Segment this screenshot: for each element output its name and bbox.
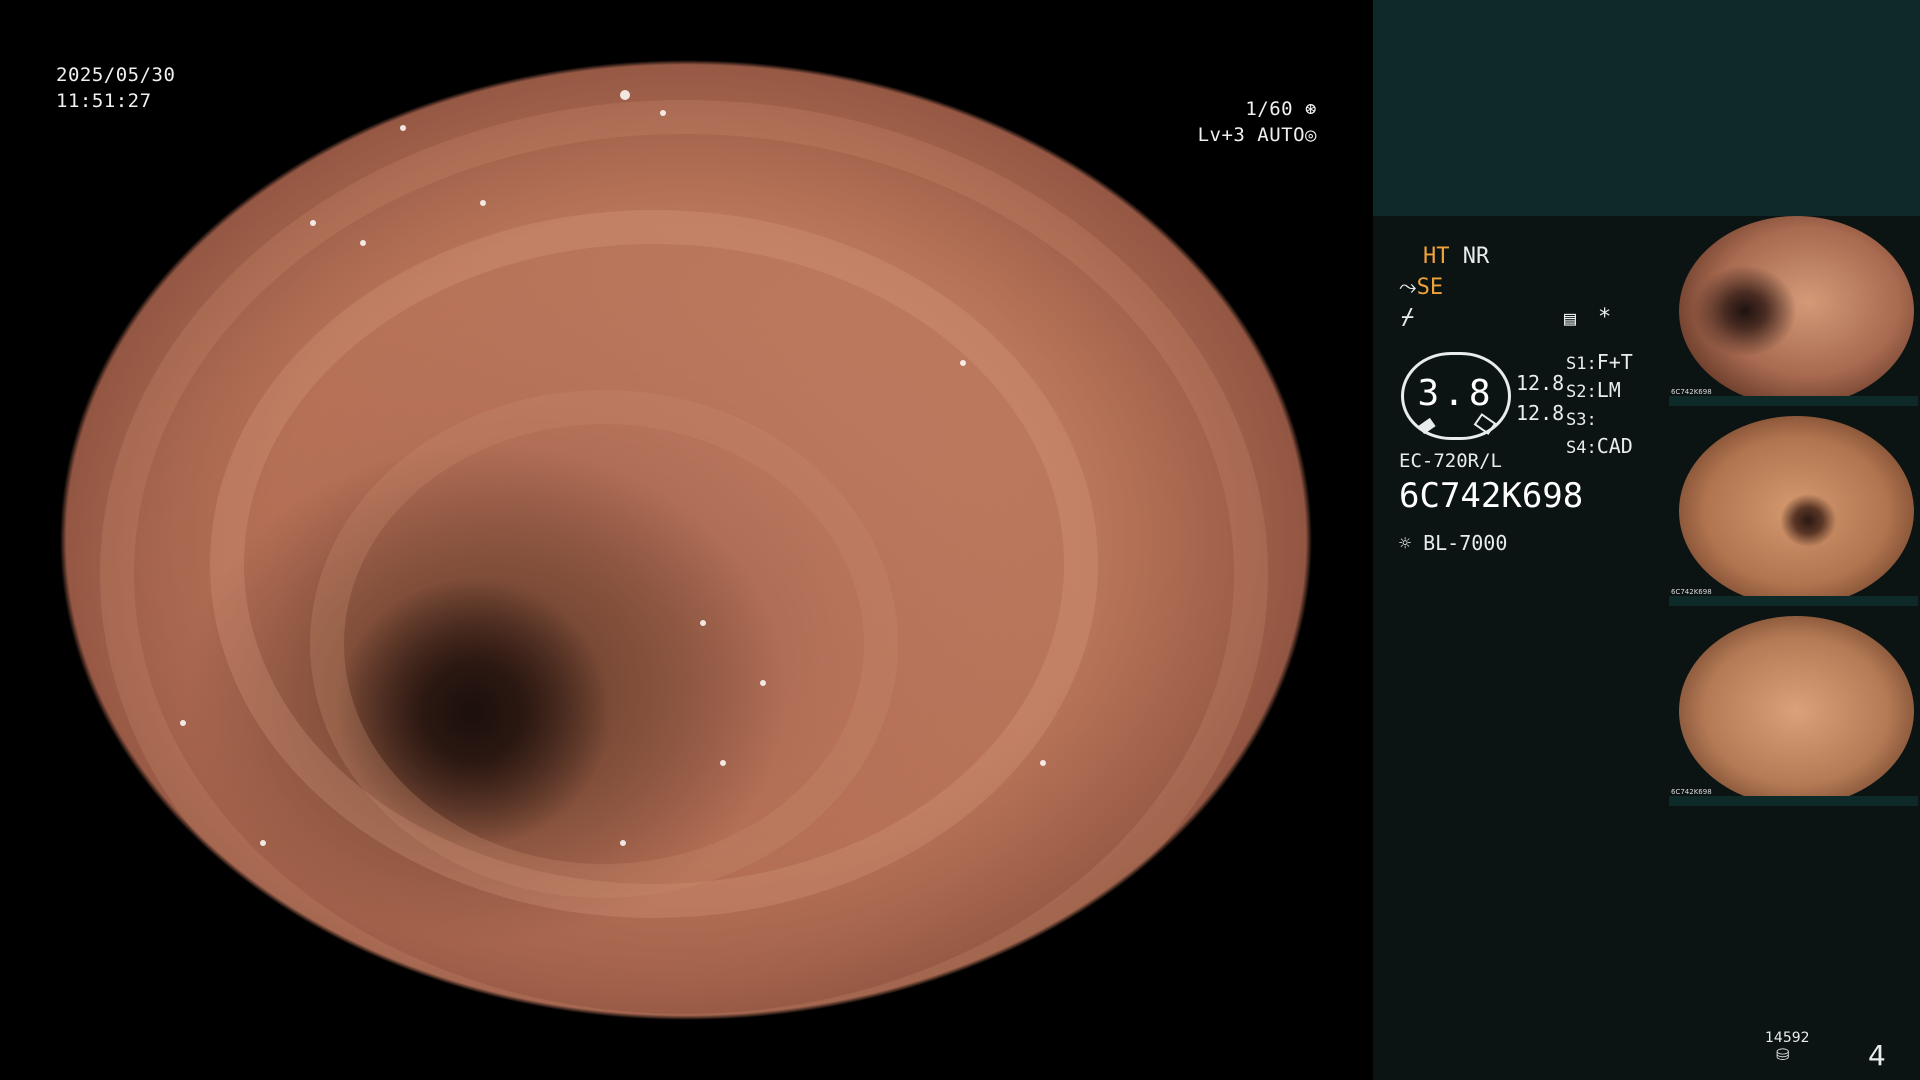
slot-s3-label: S3: [1566, 410, 1597, 430]
shutter-icon: ⊛ [1305, 98, 1317, 120]
thumbnail-caption: 6C742K698 [1671, 788, 1712, 796]
thumbnail-caption: 6C742K698 [1671, 588, 1712, 596]
bubble [180, 720, 186, 726]
thumbnail-image [1679, 216, 1914, 406]
auto-iris-icon: ◎ [1305, 124, 1317, 146]
se-row: ⤳SE [1399, 273, 1443, 303]
light-source-row: ☼ BL-7000 [1399, 528, 1507, 558]
endoscopic-image [60, 60, 1312, 1020]
se-indicator: SE [1416, 275, 1444, 300]
light-source: BL-7000 [1423, 531, 1508, 555]
slot-s1-value: F+T [1596, 350, 1633, 374]
slot-s2-value: LM [1596, 378, 1621, 402]
magnification-gauge: 3.8 [1401, 352, 1511, 440]
bubble [760, 680, 766, 686]
lamp-icon: ☼ [1399, 531, 1412, 555]
memo-icon: ▤ [1564, 306, 1577, 330]
osd-time: 11:51:27 [56, 90, 152, 112]
thumbnail-3[interactable]: 6C742K698 [1669, 616, 1918, 806]
gauge-readings: 12.8 12.8 [1516, 368, 1564, 428]
bubble [620, 840, 626, 846]
slot-s2-label: S2: [1566, 382, 1597, 402]
frame-counter: 14592 [1765, 1030, 1810, 1046]
bubble [700, 620, 706, 626]
endoscope-view: 2025/05/30 11:51:27 1/60 ⊛ Lv+3 AUTO◎ [0, 0, 1373, 1080]
bubble [620, 90, 630, 100]
bubble [360, 240, 366, 246]
bubble [960, 360, 966, 366]
storage-icon: ⛁ [1776, 1045, 1790, 1064]
gauge-reading-top: 12.8 [1516, 371, 1565, 395]
page-number: 4 [1868, 1039, 1886, 1072]
nr-indicator: NR [1462, 244, 1490, 269]
enhancement-modes: HT NR [1423, 242, 1489, 272]
bubble [310, 220, 316, 226]
osd-exposure: 1/60 ⊛ Lv+3 AUTO◎ [1117, 96, 1317, 148]
panel-header-area [1373, 0, 1920, 216]
scope-model: EC-720R/L [1399, 450, 1502, 472]
setting-slots: S1:F+T S2:LM S3: S4:CAD [1566, 349, 1633, 461]
slot-s4-label: S4: [1566, 438, 1597, 458]
bubble [480, 200, 486, 206]
gauge-value: 3.8 [1417, 373, 1495, 414]
thumbnail-footer [1669, 596, 1918, 606]
slot-s4-value: CAD [1596, 434, 1633, 458]
asterisk-indicator: * [1598, 305, 1612, 330]
slot-s2: S2:LM [1566, 377, 1633, 405]
osd-datetime: 2025/05/30 11:51:27 [56, 62, 175, 114]
thumbnail-footer [1669, 796, 1918, 806]
thumbnail-1[interactable]: 6C742K698 [1669, 216, 1918, 406]
osd-level: Lv+3 AUTO [1197, 124, 1306, 146]
bubble [720, 760, 726, 766]
ht-indicator: HT [1423, 244, 1450, 269]
thumbnail-image [1679, 416, 1914, 606]
thumbnail-caption: 6C742K698 [1671, 388, 1712, 396]
slot-s3: S3: [1566, 405, 1633, 433]
thumbnail-image [1679, 616, 1914, 806]
scope-serial: 6C742K698 [1399, 476, 1584, 516]
osd-date: 2025/05/30 [56, 64, 176, 86]
bubble [260, 840, 266, 846]
scissor-icon: ⤳ [1399, 275, 1417, 300]
bubble [1040, 760, 1046, 766]
slot-s1: S1:F+T [1566, 349, 1633, 377]
slot-s4: S4:CAD [1566, 433, 1633, 461]
gauge-reading-bottom: 12.8 [1516, 401, 1565, 425]
thumbnail-2[interactable]: 6C742K698 [1669, 416, 1918, 606]
bubble [660, 110, 666, 116]
thumbnail-footer [1669, 396, 1918, 406]
mucosa-fold-inner [310, 390, 898, 898]
gauge-left-marker [1418, 417, 1436, 435]
signal-icon: ⌿ [1401, 305, 1415, 330]
osd-shutter: 1/60 [1245, 98, 1294, 120]
slot-s1-label: S1: [1566, 354, 1597, 374]
bubble [400, 125, 406, 131]
